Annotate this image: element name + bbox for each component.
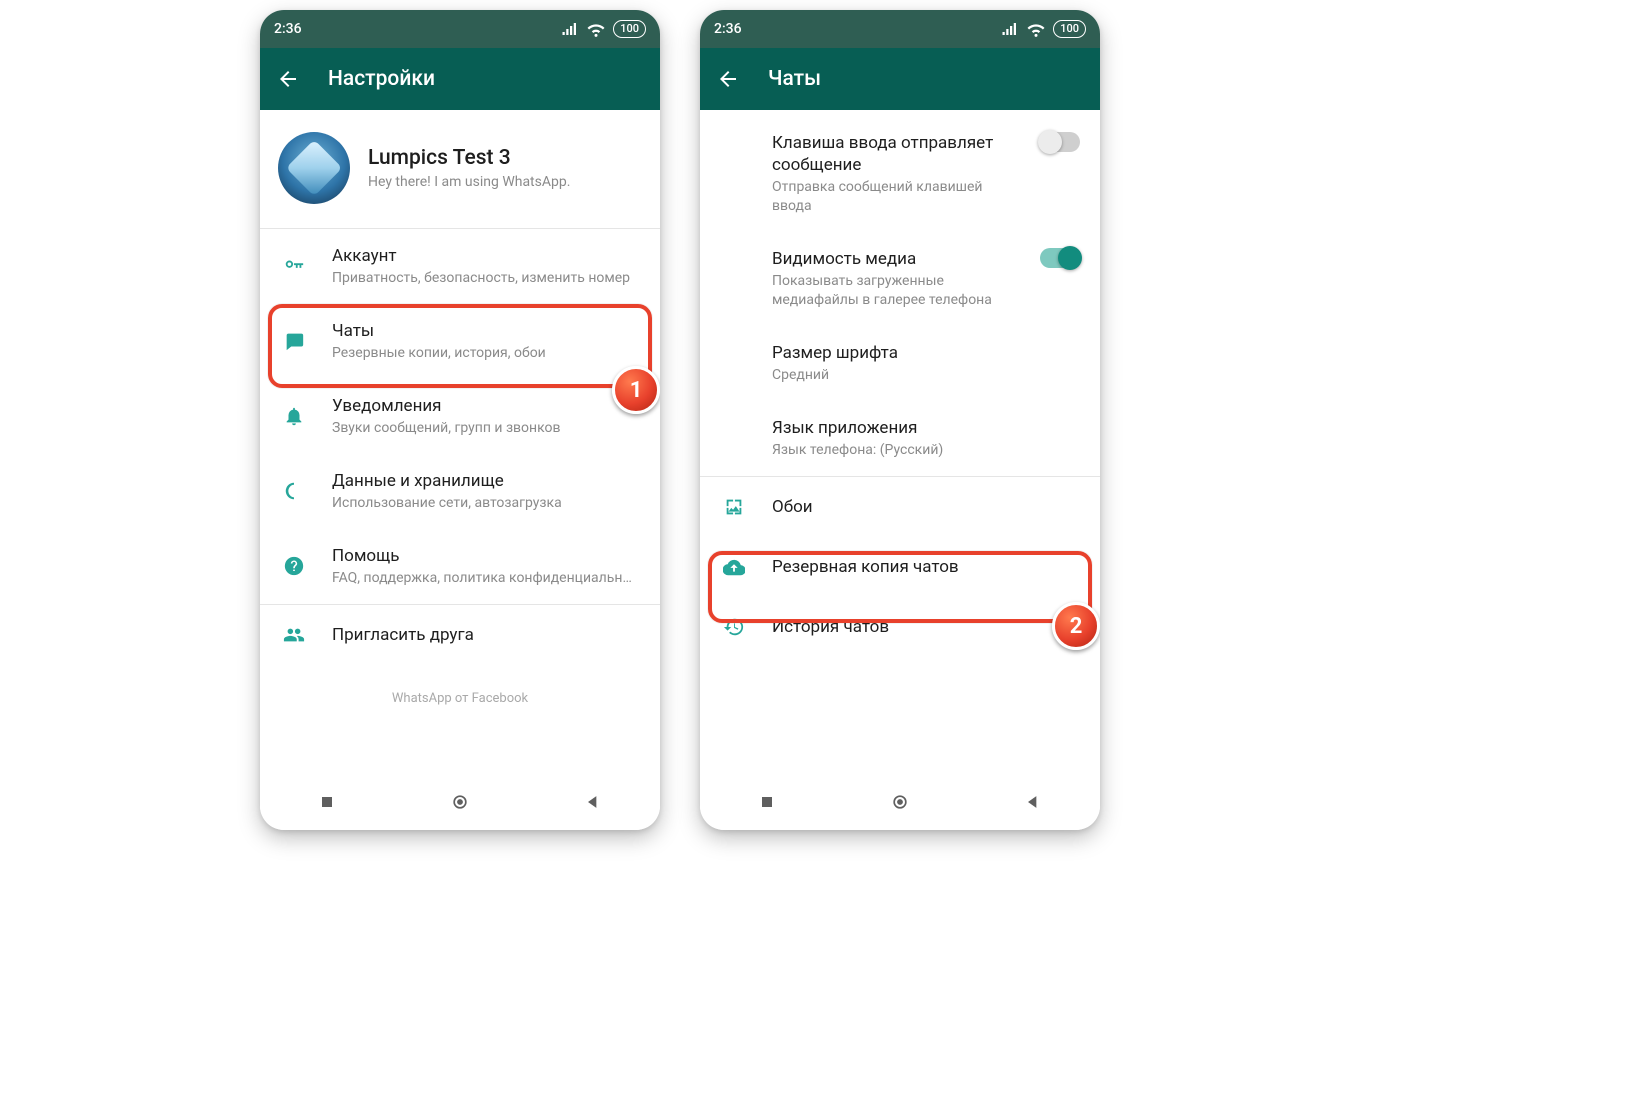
settings-item-data[interactable]: Данные и хранилище Использование сети, а…	[260, 454, 660, 529]
appbar-title: Чаты	[768, 67, 821, 91]
android-nav-bar	[700, 774, 1100, 830]
settings-item-label: Уведомления	[332, 395, 640, 417]
settings-item-label: Пригласить друга	[332, 624, 640, 646]
setting-label: Видимость медиа	[772, 248, 1016, 270]
status-icons: 100	[561, 20, 646, 38]
footer-note: WhatsApp от Facebook	[260, 665, 660, 732]
settings-item-label: Аккаунт	[332, 245, 640, 267]
app-bar: Чаты	[700, 48, 1100, 110]
annotation-badge-1: 1	[612, 366, 660, 414]
status-time: 2:36	[274, 21, 302, 37]
settings-item-sub: Звуки сообщений, групп и звонков	[332, 419, 640, 438]
nav-recent-button[interactable]	[317, 792, 337, 812]
cloud-upload-icon	[720, 553, 748, 581]
nav-back-button[interactable]	[583, 792, 603, 812]
settings-item-sub: FAQ, поддержка, политика конфиденциальн…	[332, 569, 640, 588]
arrow-back-icon	[716, 67, 740, 91]
nav-back-button[interactable]	[1023, 792, 1043, 812]
battery-indicator: 100	[1053, 20, 1086, 38]
setting-label: История чатов	[772, 616, 1080, 638]
profile-name: Lumpics Test 3	[368, 146, 570, 170]
settings-item-invite[interactable]: Пригласить друга	[260, 605, 660, 665]
status-bar: 2:36 100	[260, 10, 660, 48]
settings-item-sub: Приватность, безопасность, изменить номе…	[332, 269, 640, 288]
tutorial-screenshot: 2:36 100 Настройки Lumpics Test 3 Hey th…	[0, 0, 1652, 1118]
settings-item-label: Помощь	[332, 545, 640, 567]
setting-chat-backup[interactable]: Резервная копия чатов	[700, 537, 1100, 597]
nav-home-button[interactable]	[450, 792, 470, 812]
setting-app-language[interactable]: Язык приложения Язык телефона: (Русский)	[700, 401, 1100, 476]
battery-indicator: 100	[613, 20, 646, 38]
bell-icon	[280, 402, 308, 430]
setting-sub: Показывать загруженные медиафайлы в гале…	[772, 272, 1016, 310]
setting-sub: Язык телефона: (Русский)	[772, 441, 1080, 460]
toggle-media-visibility[interactable]	[1040, 248, 1080, 268]
setting-label: Обои	[772, 496, 1080, 518]
setting-label: Размер шрифта	[772, 342, 1080, 364]
wifi-icon	[587, 20, 605, 38]
annotation-badge-2: 2	[1052, 602, 1100, 650]
wallpaper-icon	[720, 493, 748, 521]
settings-item-sub: Использование сети, автозагрузка	[332, 494, 640, 513]
nav-recent-button[interactable]	[757, 792, 777, 812]
signal-icon	[1001, 20, 1019, 38]
setting-sub: Средний	[772, 366, 1080, 385]
settings-item-chats[interactable]: Чаты Резервные копии, история, обои	[260, 304, 660, 379]
setting-media-visibility[interactable]: Видимость медиа Показывать загруженные м…	[700, 232, 1100, 326]
android-nav-bar	[260, 774, 660, 830]
chat-icon	[280, 327, 308, 355]
chats-settings-content: Клавиша ввода отправляет сообщение Отпра…	[700, 110, 1100, 774]
setting-chat-history[interactable]: История чатов	[700, 597, 1100, 657]
nav-home-button[interactable]	[890, 792, 910, 812]
settings-content: Lumpics Test 3 Hey there! I am using Wha…	[260, 110, 660, 774]
status-bar: 2:36 100	[700, 10, 1100, 48]
setting-font-size[interactable]: Размер шрифта Средний	[700, 326, 1100, 401]
settings-item-label: Чаты	[332, 320, 640, 342]
appbar-title: Настройки	[328, 67, 435, 91]
wifi-icon	[1027, 20, 1045, 38]
people-icon	[280, 621, 308, 649]
back-button[interactable]	[268, 59, 308, 99]
settings-item-notifications[interactable]: Уведомления Звуки сообщений, групп и зво…	[260, 379, 660, 454]
settings-item-label: Данные и хранилище	[332, 470, 640, 492]
setting-wallpaper[interactable]: Обои	[700, 477, 1100, 537]
phone-settings: 2:36 100 Настройки Lumpics Test 3 Hey th…	[260, 10, 660, 830]
phone-chats-settings: 2:36 100 Чаты Клавиша ввода отправляет с…	[700, 10, 1100, 830]
app-bar: Настройки	[260, 48, 660, 110]
settings-item-sub: Резервные копии, история, обои	[332, 344, 640, 363]
profile-status: Hey there! I am using WhatsApp.	[368, 174, 570, 190]
status-time: 2:36	[714, 21, 742, 37]
data-usage-icon	[280, 477, 308, 505]
arrow-back-icon	[276, 67, 300, 91]
help-icon	[280, 552, 308, 580]
setting-label: Язык приложения	[772, 417, 1080, 439]
key-icon	[280, 252, 308, 280]
settings-item-account[interactable]: Аккаунт Приватность, безопасность, измен…	[260, 229, 660, 304]
setting-sub: Отправка сообщений клавишей ввода	[772, 178, 1016, 216]
signal-icon	[561, 20, 579, 38]
setting-label: Резервная копия чатов	[772, 556, 1080, 578]
history-icon	[720, 613, 748, 641]
setting-enter-sends[interactable]: Клавиша ввода отправляет сообщение Отпра…	[700, 110, 1100, 232]
profile-row[interactable]: Lumpics Test 3 Hey there! I am using Wha…	[260, 110, 660, 228]
back-button[interactable]	[708, 59, 748, 99]
toggle-enter-sends[interactable]	[1040, 132, 1080, 152]
status-icons: 100	[1001, 20, 1086, 38]
setting-label: Клавиша ввода отправляет сообщение	[772, 132, 1016, 176]
settings-item-help[interactable]: Помощь FAQ, поддержка, политика конфиден…	[260, 529, 660, 604]
avatar	[278, 132, 350, 204]
